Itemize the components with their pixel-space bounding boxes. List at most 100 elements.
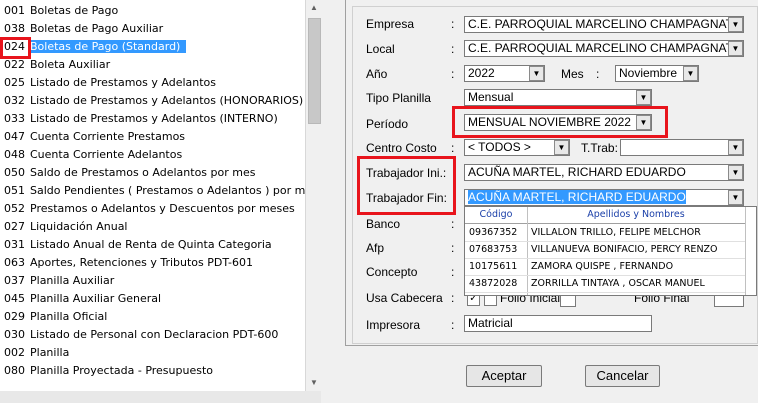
report-item[interactable]: 025 Listado de Prestamos y Adelantos bbox=[0, 74, 305, 92]
colon: : bbox=[596, 67, 600, 81]
report-list[interactable]: 001 Boletas de Pago 038 Boletas de Pago Aux… bbox=[0, 0, 322, 391]
report-item[interactable]: 080 Planilla Proyectada - Presupuesto bbox=[0, 362, 305, 380]
trab-fin-value: ACUÑA MARTEL, RICHARD EDUARDO bbox=[468, 190, 686, 204]
report-label: Cuenta Corriente Adelantos bbox=[30, 148, 183, 161]
report-label: Planilla Proyectada - Presupuesto bbox=[30, 364, 214, 377]
report-code: 038 bbox=[4, 22, 25, 35]
empresa-select[interactable]: C.E. PARROQUIAL MARCELINO CHAMPAGNAT bbox=[464, 16, 744, 33]
report-list-scrollbar[interactable]: ▲ ▼ bbox=[305, 0, 322, 391]
colon: : bbox=[451, 265, 455, 279]
report-item[interactable]: 030 Listado de Personal con Declaracion P… bbox=[0, 326, 305, 344]
report-item[interactable]: 024 Boletas de Pago (Standard) bbox=[0, 38, 305, 56]
tipo-planilla-value: Mensual bbox=[468, 90, 514, 104]
local-dropdown-icon[interactable]: ▼ bbox=[728, 41, 743, 56]
anio-label: Año bbox=[366, 67, 388, 81]
report-label: Planilla bbox=[30, 346, 70, 359]
mes-label: Mes bbox=[561, 67, 584, 81]
scrollbar-thumb[interactable] bbox=[308, 18, 321, 124]
local-value: C.E. PARROQUIAL MARCELINO CHAMPAGNAT bbox=[468, 41, 733, 55]
report-item[interactable]: 063 Aportes, Retenciones y Tributos PDT-6… bbox=[0, 254, 305, 272]
report-code: 029 bbox=[4, 310, 25, 323]
worker-codigo: 10175611 bbox=[469, 261, 518, 272]
report-code: 051 bbox=[4, 184, 25, 197]
worker-nombre: VILLALON TRILLO, FELIPE MELCHOR bbox=[531, 227, 701, 238]
empresa-value: C.E. PARROQUIAL MARCELINO CHAMPAGNAT bbox=[468, 17, 733, 31]
report-label: Cuenta Corriente Prestamos bbox=[30, 130, 186, 143]
trab-fin-select[interactable]: ACUÑA MARTEL, RICHARD EDUARDO bbox=[464, 189, 744, 206]
worker-nombre: VILLANUEVA BONIFACIO, PERCY RENZO bbox=[531, 244, 718, 255]
trab-ini-select[interactable]: ACUÑA MARTEL, RICHARD EDUARDO bbox=[464, 164, 744, 181]
report-label: Boletas de Pago Auxiliar bbox=[30, 22, 164, 35]
mes-value: Noviembre bbox=[619, 66, 678, 80]
report-label: Listado de Prestamos y Adelantos (INTERN… bbox=[30, 112, 278, 125]
worker-codigo: 07683753 bbox=[469, 244, 518, 255]
empresa-dropdown-icon[interactable]: ▼ bbox=[728, 17, 743, 32]
report-item[interactable]: 050 Saldo de Prestamos o Adelantos por me… bbox=[0, 164, 305, 182]
report-item[interactable]: 038 Boletas de Pago Auxiliar bbox=[0, 20, 305, 38]
report-item[interactable]: 027 Liquidación Anual bbox=[0, 218, 305, 236]
centro-costo-dropdown-icon[interactable]: ▼ bbox=[554, 140, 569, 155]
trab-fin-dropdown-icon[interactable]: ▼ bbox=[728, 190, 743, 205]
report-code: 027 bbox=[4, 220, 25, 233]
report-code: 052 bbox=[4, 202, 25, 215]
report-item[interactable]: 048 Cuenta Corriente Adelantos bbox=[0, 146, 305, 164]
report-code: 033 bbox=[4, 112, 25, 125]
impresora-select[interactable]: Matricial bbox=[464, 315, 652, 332]
centro-costo-label: Centro Costo bbox=[366, 141, 437, 155]
report-item[interactable]: 033 Listado de Prestamos y Adelantos (INT… bbox=[0, 110, 305, 128]
worker-codigo: 43872028 bbox=[469, 278, 518, 289]
impresora-label: Impresora bbox=[366, 318, 421, 332]
report-item[interactable]: 032 Listado de Prestamos y Adelantos (HON… bbox=[0, 92, 305, 110]
column-divider bbox=[745, 207, 746, 295]
report-item[interactable]: 022 Boleta Auxiliar bbox=[0, 56, 305, 74]
highlight-periodo bbox=[452, 106, 668, 138]
report-item[interactable]: 047 Cuenta Corriente Prestamos bbox=[0, 128, 305, 146]
report-item[interactable]: 029 Planilla Oficial bbox=[0, 308, 305, 326]
ttrab-select[interactable] bbox=[620, 139, 744, 156]
worker-row[interactable]: 10175611 ZAMORA QUISPE , FERNANDO bbox=[465, 259, 745, 275]
impresora-value: Matricial bbox=[468, 316, 513, 330]
colon: : bbox=[451, 141, 455, 155]
worker-nombre: ZAMORA QUISPE , FERNANDO bbox=[531, 261, 674, 272]
trab-ini-dropdown-icon[interactable]: ▼ bbox=[728, 165, 743, 180]
scroll-down-icon[interactable]: ▼ bbox=[306, 375, 322, 391]
tipo-planilla-dropdown-icon[interactable]: ▼ bbox=[636, 90, 651, 105]
ttrab-dropdown-icon[interactable]: ▼ bbox=[728, 140, 743, 155]
report-item[interactable]: 001 Boletas de Pago bbox=[0, 2, 305, 20]
mes-dropdown-icon[interactable]: ▼ bbox=[683, 66, 698, 81]
report-list-horizontal-scrollbar[interactable] bbox=[0, 391, 321, 403]
report-code: 045 bbox=[4, 292, 25, 305]
report-label: Listado de Personal con Declaracion PDT-… bbox=[30, 328, 279, 341]
cancelar-button[interactable]: Cancelar bbox=[585, 365, 660, 387]
colon: : bbox=[451, 42, 455, 56]
tipo-planilla-label: Tipo Planilla bbox=[366, 91, 431, 105]
row-divider bbox=[465, 292, 745, 293]
tipo-planilla-select[interactable]: Mensual bbox=[464, 89, 652, 106]
codigo-column-header[interactable]: Código bbox=[465, 207, 527, 224]
colon: : bbox=[451, 67, 455, 81]
report-label: Boletas de Pago bbox=[30, 4, 119, 17]
report-code: 031 bbox=[4, 238, 25, 251]
anio-dropdown-icon[interactable]: ▼ bbox=[529, 66, 544, 81]
report-item[interactable]: 051 Saldo Pendientes ( Prestamos o Adelan… bbox=[0, 182, 305, 200]
worker-dropdown-list[interactable]: Código Apellidos y Nombres 09367352 VILLA… bbox=[464, 206, 757, 296]
ttrab-label: T.Trab: bbox=[581, 141, 618, 155]
nombres-column-header[interactable]: Apellidos y Nombres bbox=[527, 207, 745, 224]
worker-row[interactable]: 07683753 VILLANUEVA BONIFACIO, PERCY RENZ… bbox=[465, 242, 745, 258]
anio-value: 2022 bbox=[468, 66, 495, 80]
local-select[interactable]: C.E. PARROQUIAL MARCELINO CHAMPAGNAT bbox=[464, 40, 744, 57]
report-item[interactable]: 002 Planilla bbox=[0, 344, 305, 362]
worker-row[interactable]: 09367352 VILLALON TRILLO, FELIPE MELCHOR bbox=[465, 225, 745, 241]
report-item[interactable]: 031 Listado Anual de Renta de Quinta Cate… bbox=[0, 236, 305, 254]
report-item[interactable]: 037 Planilla Auxiliar bbox=[0, 272, 305, 290]
report-item[interactable]: 052 Prestamos o Adelantos y Descuentos po… bbox=[0, 200, 305, 218]
worker-row[interactable]: 43872028 ZORRILLA TINTAYA , OSCAR MANUEL bbox=[465, 276, 745, 292]
report-code: 001 bbox=[4, 4, 25, 17]
scroll-up-icon[interactable]: ▲ bbox=[306, 0, 322, 16]
colon: : bbox=[451, 217, 455, 231]
worker-codigo: 09367352 bbox=[469, 227, 518, 238]
aceptar-button[interactable]: Aceptar bbox=[466, 365, 542, 387]
report-label: Planilla Auxiliar General bbox=[30, 292, 162, 305]
report-item[interactable]: 045 Planilla Auxiliar General bbox=[0, 290, 305, 308]
report-code: 050 bbox=[4, 166, 25, 179]
